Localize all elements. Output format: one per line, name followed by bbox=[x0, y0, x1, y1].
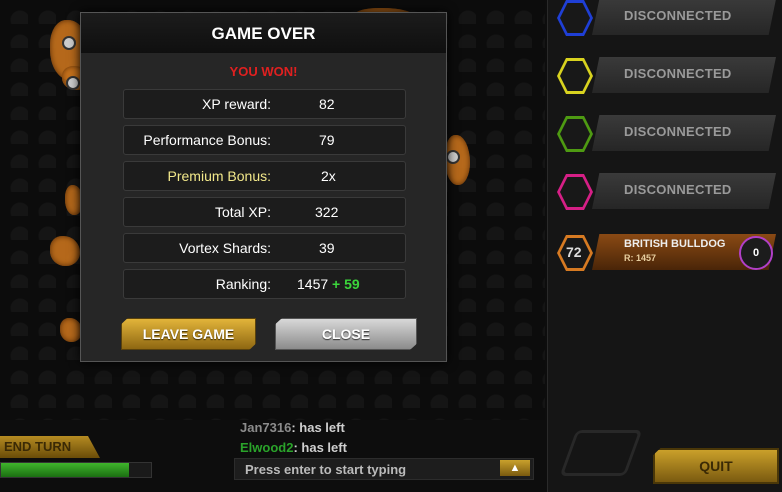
stat-row-ranking: Ranking: 1457 + 59 bbox=[123, 269, 406, 299]
dialog-title: GAME OVER bbox=[211, 24, 316, 43]
stat-label: Performance Bonus: bbox=[143, 132, 271, 148]
stat-row-total-xp: Total XP: 322 bbox=[123, 197, 406, 227]
chat-text: : has left bbox=[293, 440, 347, 455]
chat-user: Jan7316 bbox=[240, 420, 292, 435]
player-slot: DISCONNECTED bbox=[554, 55, 780, 99]
stat-label: Premium Bonus: bbox=[167, 168, 271, 184]
game-logo-icon bbox=[559, 430, 643, 476]
stat-value: 2x bbox=[321, 168, 336, 184]
player-slot: DISCONNECTED bbox=[554, 113, 780, 157]
unit-eye-icon bbox=[446, 150, 460, 164]
player-level: 72 bbox=[566, 244, 582, 260]
territory bbox=[60, 318, 82, 342]
territory bbox=[50, 236, 80, 266]
players-panel: DISCONNECTED DISCONNECTED DISCONNECTED D… bbox=[547, 0, 782, 492]
stat-label: XP reward: bbox=[202, 96, 271, 112]
result-text: YOU WON! bbox=[229, 64, 298, 79]
turn-progress-fill bbox=[1, 463, 129, 477]
slot-status: DISCONNECTED bbox=[624, 124, 732, 139]
stat-row-performance-bonus: Performance Bonus: 79 bbox=[123, 125, 406, 155]
unit-eye-icon bbox=[62, 36, 76, 50]
unit-eye-icon bbox=[66, 76, 80, 90]
stat-label: Ranking: bbox=[215, 276, 271, 292]
turn-progress-bar bbox=[0, 462, 152, 478]
stat-row-xp-reward: XP reward: 82 bbox=[123, 89, 406, 119]
send-arrow-icon[interactable]: ▲ bbox=[500, 460, 530, 476]
stat-value: 82 bbox=[319, 96, 335, 112]
stat-label: Vortex Shards: bbox=[179, 240, 271, 256]
stat-value: 39 bbox=[319, 240, 335, 256]
stat-value: 1457 + 59 bbox=[297, 276, 360, 292]
chat-message: Elwood2: has left bbox=[240, 440, 347, 455]
player-name: BRITISH BULLDOG bbox=[624, 238, 726, 250]
chat-input[interactable]: Press enter to start typing bbox=[234, 458, 534, 480]
stat-row-premium-bonus: Premium Bonus: 2x bbox=[123, 161, 406, 191]
end-turn-button[interactable]: END TURN bbox=[0, 436, 100, 458]
chat-user: Elwood2 bbox=[240, 440, 294, 455]
ranking-gain: + 59 bbox=[332, 276, 360, 292]
stat-label: Total XP: bbox=[214, 204, 271, 220]
close-button[interactable]: CLOSE bbox=[275, 318, 417, 350]
player-count-badge: 0 bbox=[739, 236, 773, 270]
slot-status: DISCONNECTED bbox=[624, 66, 732, 81]
ranking-value: 1457 bbox=[297, 276, 329, 292]
player-rank: R: 1457 bbox=[624, 253, 657, 263]
player-slot: DISCONNECTED bbox=[554, 171, 780, 215]
stat-value: 322 bbox=[315, 204, 339, 220]
chat-message: Jan7316: has left bbox=[240, 420, 345, 435]
player-slot: DISCONNECTED bbox=[554, 0, 780, 41]
stat-row-vortex-shards: Vortex Shards: 39 bbox=[123, 233, 406, 263]
current-player-card[interactable]: 72 BRITISH BULLDOG R: 1457 0 bbox=[554, 232, 780, 276]
quit-button[interactable]: QUIT bbox=[653, 448, 779, 484]
stat-value: 79 bbox=[319, 132, 335, 148]
chat-text: : has left bbox=[291, 420, 345, 435]
leave-game-button[interactable]: LEAVE GAME bbox=[121, 318, 256, 350]
game-over-dialog: GAME OVER YOU WON! XP reward: 82 Perform… bbox=[80, 12, 447, 362]
slot-status: DISCONNECTED bbox=[624, 8, 732, 23]
slot-status: DISCONNECTED bbox=[624, 182, 732, 197]
